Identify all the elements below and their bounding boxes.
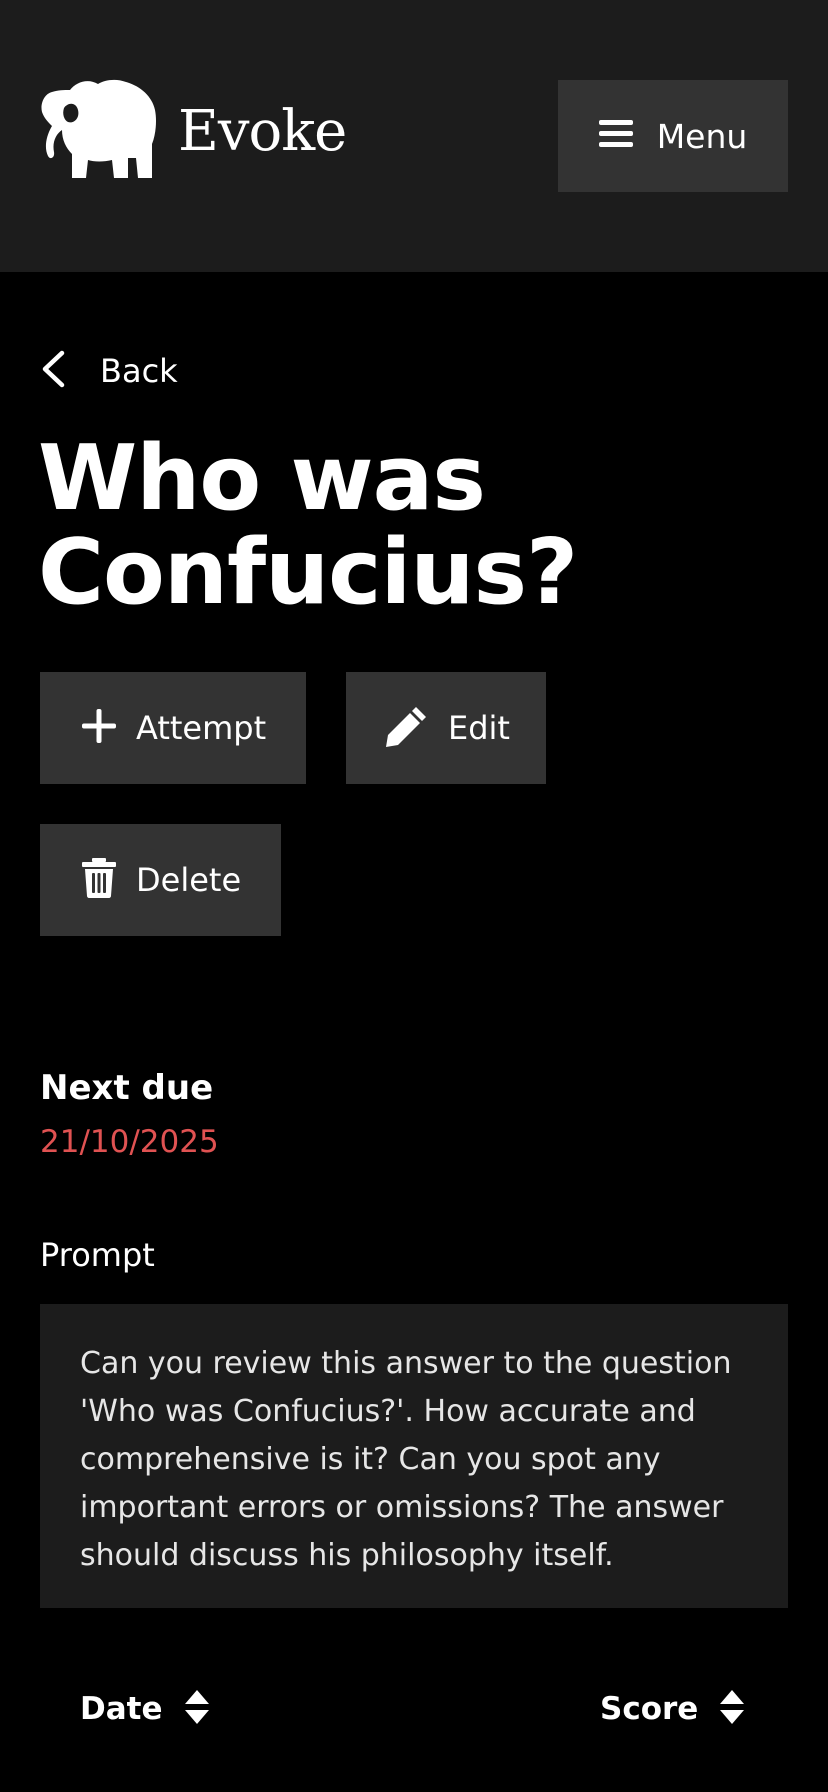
menu-label: Menu xyxy=(656,116,748,156)
back-label: Back xyxy=(100,352,178,390)
hamburger-icon xyxy=(598,120,633,152)
edit-label: Edit xyxy=(448,709,510,747)
delete-label: Delete xyxy=(136,861,242,899)
prompt-text: Can you review this answer to the questi… xyxy=(80,1346,732,1573)
chevron-left-icon xyxy=(40,350,66,392)
prompt-box: Can you review this answer to the questi… xyxy=(40,1304,788,1608)
next-due-label: Next due xyxy=(40,1068,214,1108)
edit-button[interactable]: Edit xyxy=(346,672,546,784)
elephant-icon xyxy=(40,78,158,184)
column-header-score[interactable]: Score xyxy=(600,1690,745,1728)
menu-button[interactable]: Menu xyxy=(558,80,788,192)
page-title-line-1: Who was xyxy=(38,426,486,531)
plus-icon xyxy=(82,709,116,747)
delete-button[interactable]: Delete xyxy=(40,824,281,936)
column-header-date[interactable]: Date xyxy=(80,1690,209,1728)
next-due-value: 21/10/2025 xyxy=(40,1124,219,1160)
attempt-label: Attempt xyxy=(136,709,267,747)
attempt-button[interactable]: Attempt xyxy=(40,672,306,784)
sort-icon xyxy=(698,1690,745,1728)
back-link[interactable]: Back xyxy=(40,350,178,392)
pencil-icon xyxy=(386,705,428,751)
app-header: Evoke Menu xyxy=(0,0,828,272)
brand-logo[interactable]: Evoke xyxy=(40,78,347,184)
prompt-label: Prompt xyxy=(40,1236,155,1274)
trash-icon xyxy=(82,858,116,902)
column-header-score-label: Score xyxy=(600,1691,699,1727)
column-header-date-label: Date xyxy=(80,1691,163,1727)
page-title: Who was Confucius? xyxy=(38,432,798,620)
sort-icon xyxy=(163,1690,209,1728)
page-title-line-2: Confucius? xyxy=(38,520,578,625)
brand-name: Evoke xyxy=(178,98,347,164)
